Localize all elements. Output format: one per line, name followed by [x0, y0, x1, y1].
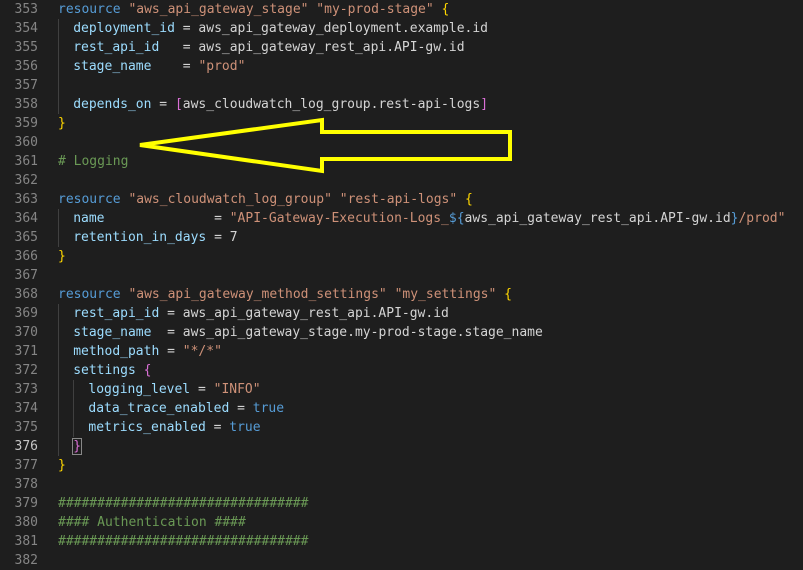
code-editor[interactable]: 353 resource "aws_api_gateway_stage" "my-…: [0, 0, 803, 570]
annotation-arrow-icon: [139, 117, 512, 174]
